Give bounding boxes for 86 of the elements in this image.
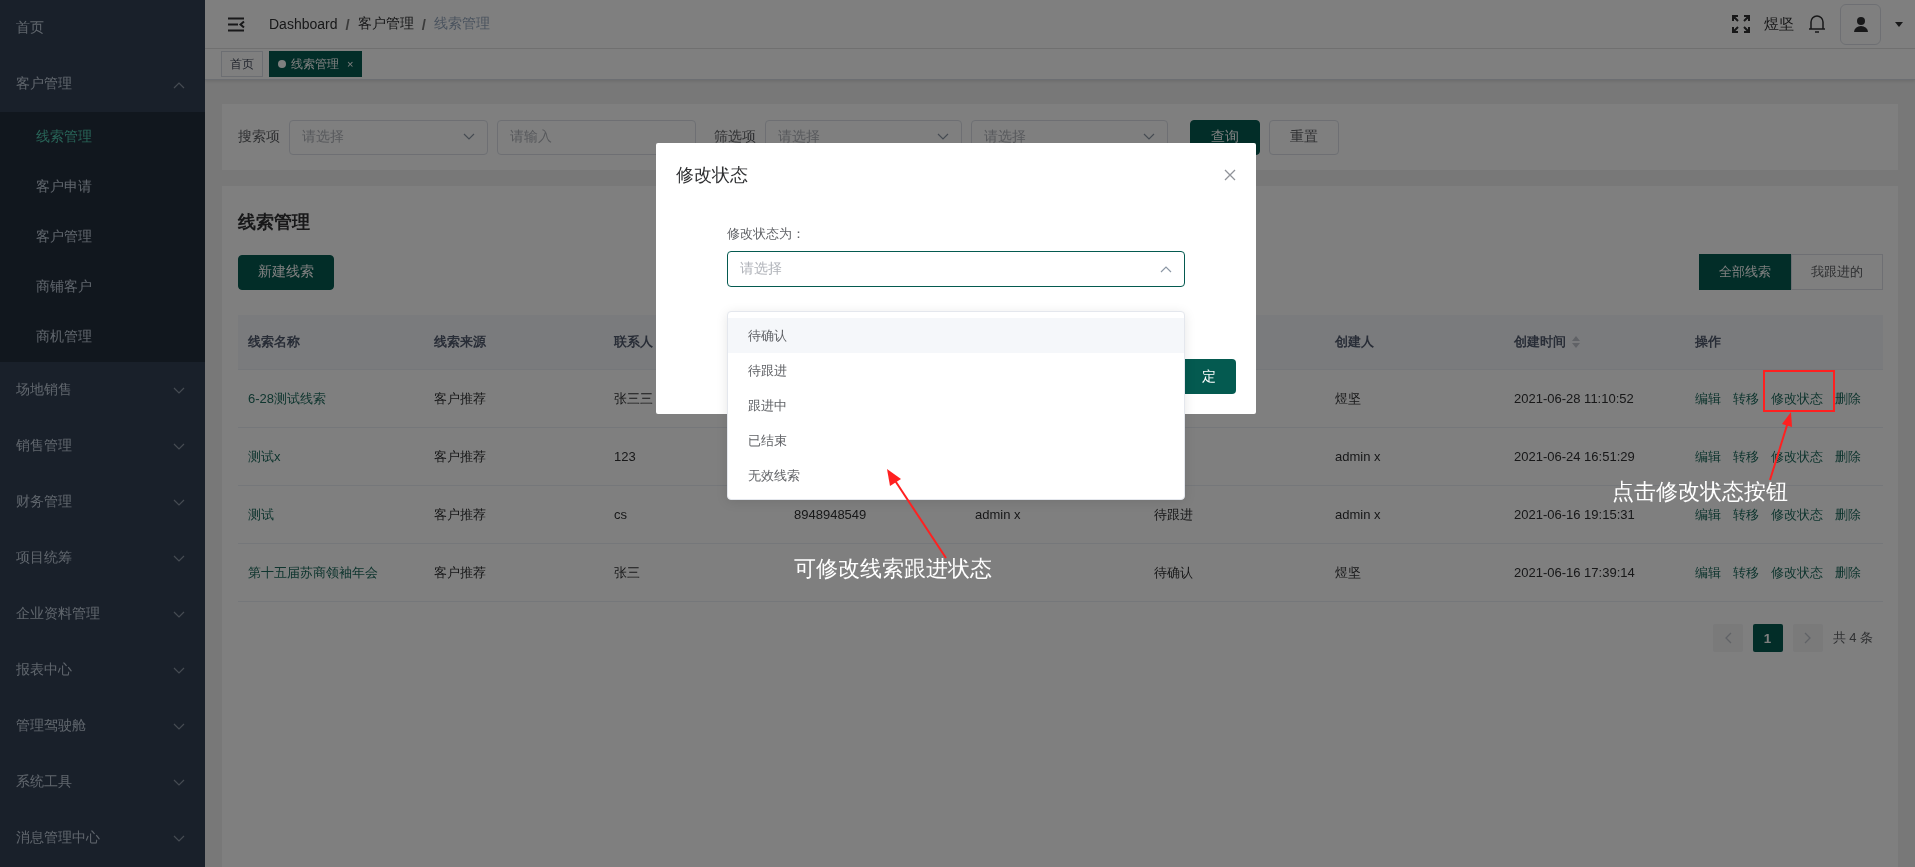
table-cell: 待确认 xyxy=(1154,563,1193,582)
action-link[interactable]: 转移 xyxy=(1733,505,1759,524)
action-link[interactable]: 修改状态 xyxy=(1771,505,1823,524)
table-cell: 煜坚 xyxy=(1335,389,1361,408)
action-link[interactable]: 编辑 xyxy=(1695,563,1721,582)
sidebar-subitem[interactable]: 线索管理 xyxy=(0,112,205,162)
action-link[interactable]: 转移 xyxy=(1733,447,1759,466)
field-label: 搜索项 xyxy=(238,128,280,146)
table-cell: 客户推荐 xyxy=(434,563,486,582)
dialog-title: 修改状态 xyxy=(676,164,748,187)
breadcrumb-separator: / xyxy=(421,15,426,33)
column-header: 联系人 xyxy=(614,333,653,351)
total-count: 共 4 条 xyxy=(1832,629,1873,647)
action-link[interactable]: 编辑 xyxy=(1695,447,1721,466)
page-tab[interactable]: 线索管理 × xyxy=(269,51,363,77)
column-header[interactable]: 创建时间 xyxy=(1514,333,1566,351)
user-name[interactable]: 煜坚 xyxy=(1764,14,1794,34)
column-header: 创建人 xyxy=(1335,333,1374,351)
reset-button[interactable]: 重置 xyxy=(1269,119,1339,155)
action-link[interactable]: 修改状态 xyxy=(1771,389,1823,408)
sidebar-item[interactable]: 财务管理 xyxy=(0,474,205,530)
lead-name-link[interactable]: 测试 xyxy=(248,505,274,524)
action-link[interactable]: 删除 xyxy=(1835,389,1861,408)
field-label: 修改状态为： xyxy=(727,225,806,243)
table-cell: 客户推荐 xyxy=(434,505,486,524)
table-cell: 123 xyxy=(614,449,636,464)
action-link[interactable]: 删除 xyxy=(1835,447,1861,466)
table-cell: 2021-06-28 11:10:52 xyxy=(1514,391,1634,406)
sidebar-subitem[interactable]: 客户申请 xyxy=(0,162,205,212)
table-cell: 客户推荐 xyxy=(434,447,486,466)
panel-title: 线索管理 xyxy=(238,211,310,234)
table-cell: 2021-06-24 16:51:29 xyxy=(1514,449,1635,464)
action-link[interactable]: 转移 xyxy=(1733,389,1759,408)
table-cell: 8948948549 xyxy=(794,507,867,522)
annotation-text: 可修改线索跟进状态 xyxy=(794,558,992,580)
table-cell: cs xyxy=(614,507,627,522)
sidebar-item[interactable]: 系统工具 xyxy=(0,754,205,810)
table-cell: 待跟进 xyxy=(1154,505,1193,524)
action-link[interactable]: 修改状态 xyxy=(1771,563,1823,582)
annotation-text: 点击修改状态按钮 xyxy=(1612,481,1788,503)
sidebar-subitem[interactable]: 商机管理 xyxy=(0,312,205,362)
table-cell: 张三 xyxy=(614,563,640,582)
sidebar-item[interactable]: 客户管理 xyxy=(0,56,205,112)
new-lead-button[interactable]: 新建线索 xyxy=(238,254,334,290)
table-cell: admin x xyxy=(1335,507,1381,522)
table-cell: 张三三 xyxy=(614,389,653,408)
table-cell: 2021-06-16 17:39:14 xyxy=(1514,565,1635,580)
sidebar-item[interactable]: 报表中心 xyxy=(0,642,205,698)
action-link[interactable]: 转移 xyxy=(1733,563,1759,582)
lead-name-link[interactable]: 测试x xyxy=(248,447,281,466)
breadcrumb-item[interactable]: Dashboard xyxy=(269,16,338,32)
sidebar-item[interactable]: 企业资料管理 xyxy=(0,586,205,642)
dropdown-option[interactable]: 无效线索 xyxy=(728,458,1184,493)
table-cell: 客户推荐 xyxy=(434,389,486,408)
close-icon[interactable]: × xyxy=(347,58,354,70)
table-cell: 煜坚 xyxy=(1335,563,1361,582)
dropdown-option[interactable]: 已结束 xyxy=(728,423,1184,458)
sidebar-item[interactable]: 消息管理中心 xyxy=(0,810,205,866)
sidebar-item[interactable]: 管理驾驶舱 xyxy=(0,698,205,754)
action-link[interactable]: 删除 xyxy=(1835,563,1861,582)
action-link[interactable]: 删除 xyxy=(1835,505,1861,524)
view-toggle-button[interactable]: 我跟进的 xyxy=(1791,254,1883,290)
sidebar-item[interactable]: 销售管理 xyxy=(0,418,205,474)
breadcrumb-separator: / xyxy=(345,15,350,33)
sidebar-subitem[interactable]: 客户管理 xyxy=(0,212,205,262)
view-toggle-button[interactable]: 全部线索 xyxy=(1699,254,1791,290)
column-header: 线索来源 xyxy=(434,333,486,351)
status-select[interactable]: 请选择 xyxy=(727,251,1185,287)
action-link[interactable]: 编辑 xyxy=(1695,505,1721,524)
breadcrumb-item[interactable]: 客户管理 xyxy=(357,15,414,33)
sidebar-item[interactable]: 项目统筹 xyxy=(0,530,205,586)
lead-name-link[interactable]: 第十五届苏商领袖年会 xyxy=(248,563,378,582)
table-cell: 2021-06-16 19:15:31 xyxy=(1514,507,1635,522)
field-label: 筛选项 xyxy=(714,128,756,146)
column-header: 线索名称 xyxy=(248,333,300,351)
sidebar-item[interactable]: 首页 xyxy=(0,0,205,56)
table-cell: admin x xyxy=(975,507,1021,522)
sidebar-subitem[interactable]: 商铺客户 xyxy=(0,262,205,312)
action-link[interactable]: 编辑 xyxy=(1695,389,1721,408)
page-tab[interactable]: 首页 xyxy=(221,51,263,77)
table-cell: admin x xyxy=(1335,449,1381,464)
lead-name-link[interactable]: 6-28测试线索 xyxy=(248,389,327,408)
page-button[interactable]: 1 xyxy=(1752,624,1783,652)
sidebar-item[interactable]: 场地销售 xyxy=(0,362,205,418)
dropdown-option[interactable]: 待确认 xyxy=(728,318,1184,353)
column-header: 操作 xyxy=(1695,333,1721,351)
